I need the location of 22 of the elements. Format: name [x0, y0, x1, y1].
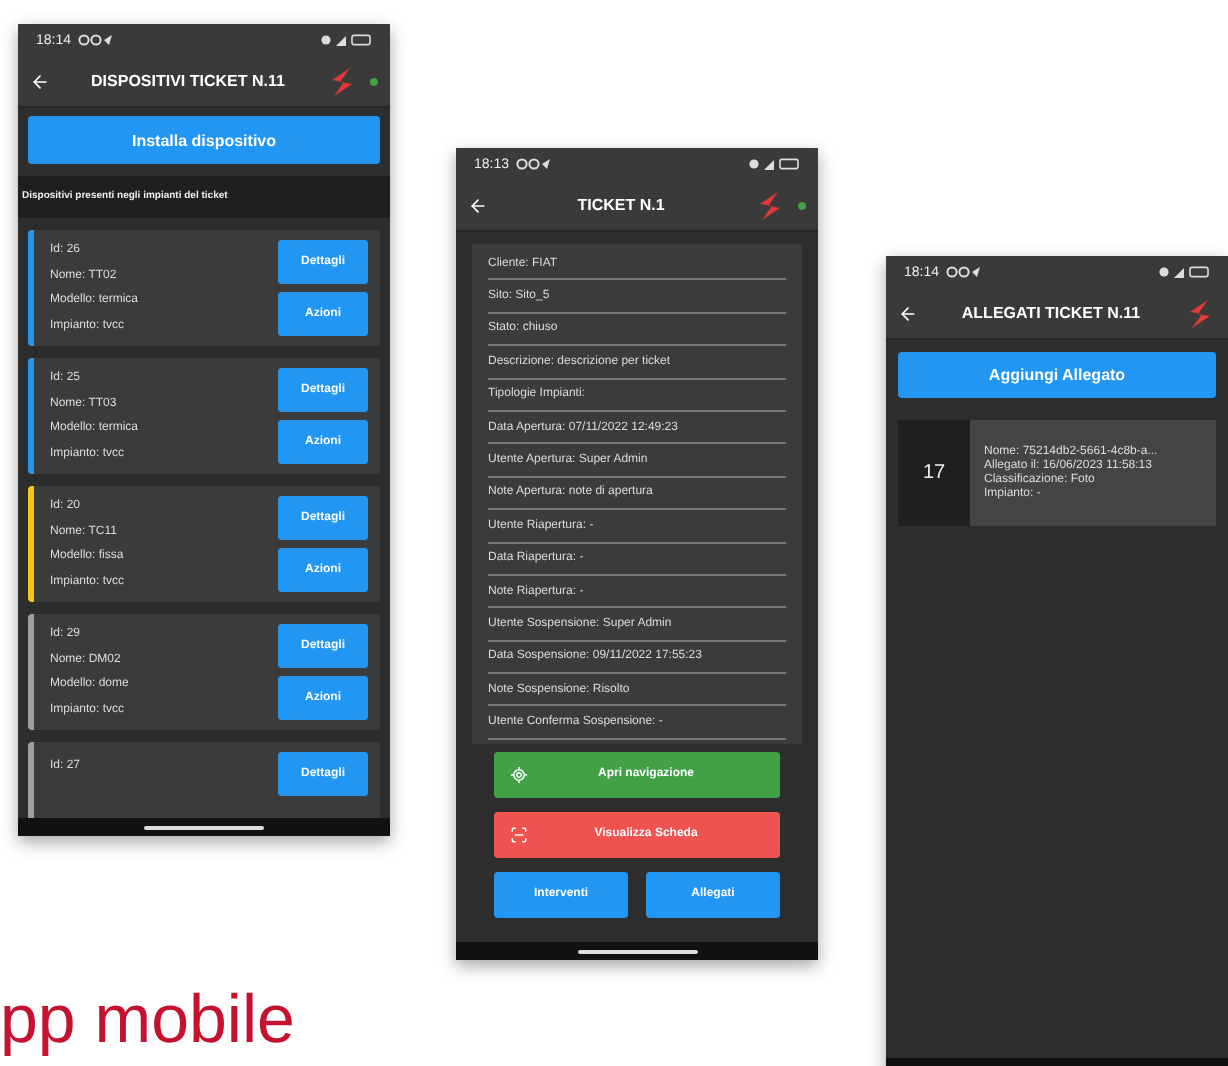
- back-arrow-icon[interactable]: [468, 195, 488, 215]
- headline: pp mobile: [0, 982, 295, 1060]
- status-dot-icon: [370, 77, 378, 85]
- notification-icons: [515, 158, 552, 170]
- notification-icons: [945, 266, 982, 278]
- screen-title: TICKET N.1: [575, 196, 667, 214]
- install-device-button[interactable]: Installa dispositivo: [28, 116, 380, 164]
- notification-icons: [77, 34, 114, 46]
- home-indicator: [577, 949, 697, 953]
- system-icons: [320, 34, 372, 46]
- scan-frame-icon: [510, 825, 528, 844]
- back-arrow-icon[interactable]: [898, 303, 918, 323]
- system-icons: [1158, 266, 1210, 278]
- attachment-number: 17: [898, 420, 970, 526]
- home-indicator: [144, 825, 264, 829]
- system-icons: [748, 158, 800, 170]
- add-attachment-button[interactable]: Aggiungi Allegato: [898, 352, 1216, 398]
- screen-title: ALLEGATI TICKET N.11: [959, 304, 1143, 322]
- back-arrow-icon[interactable]: [30, 71, 50, 91]
- screen-title: DISPOSITIVI TICKET N.11: [89, 72, 287, 90]
- locate-icon: [510, 765, 528, 784]
- status-dot-icon: [798, 201, 806, 209]
